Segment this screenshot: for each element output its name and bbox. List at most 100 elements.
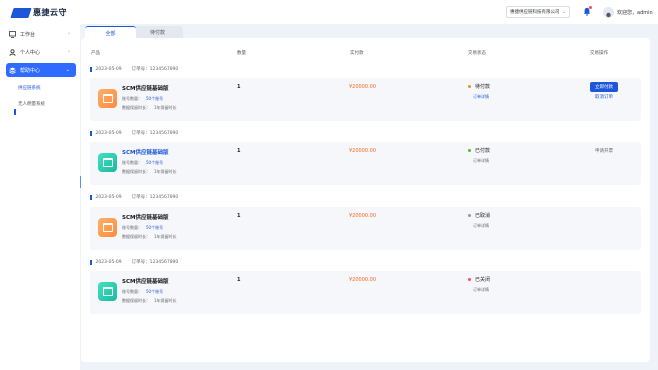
monitor-icon <box>9 30 16 38</box>
retention: 数据保留时长： 1年保留时长 <box>122 234 177 240</box>
sidebar-item-help[interactable]: 帮助中心 ⌄ <box>6 63 76 77</box>
account-count-label: 账号数量： <box>122 225 142 230</box>
product-icon <box>98 282 117 301</box>
box-icon <box>102 287 113 296</box>
status-text: 已付款 <box>475 148 491 154</box>
order-number: 订单号：1234567890 <box>131 131 179 136</box>
sidebar-subitem-scm[interactable]: 供应链系统 <box>18 85 41 91</box>
retention-label: 数据保留时长： <box>122 298 150 303</box>
trade-status: 已付款 <box>468 147 490 154</box>
stack-icon <box>9 67 16 74</box>
order-header: 2023-05-09 订单号：1234567890 <box>90 66 178 72</box>
column-header-product: 产品 <box>91 51 100 56</box>
account-count-value: 50个账号 <box>146 96 164 101</box>
notification-badge <box>589 6 592 9</box>
retention-label: 数据保留时长： <box>122 234 150 239</box>
order-date: 2023-05-09 <box>95 130 122 136</box>
sidebar-item-label: 个人中心 <box>20 49 41 56</box>
order-number: 订单号：1234567890 <box>131 260 179 265</box>
order-header: 2023-05-09 订单号：1234567890 <box>90 194 178 200</box>
order-card: SCM供应链基础版 账号数量： 50个账号 数据保留时长： 1年保留时长 1 ¥20… <box>90 207 641 250</box>
paid-amount: ¥20000.00 <box>349 148 377 154</box>
request-invoice-link[interactable]: 申请开票 <box>595 148 613 154</box>
order-detail-link[interactable]: 订单详情 <box>473 223 489 229</box>
account-count: 账号数量： 50个账号 <box>122 96 163 102</box>
sidebar-item-label: 帮助中心 <box>20 67 41 74</box>
cancel-order-link[interactable]: 取消订单 <box>595 94 613 100</box>
trade-status: 已取消 <box>468 212 490 219</box>
column-header-quantity: 数量 <box>237 51 246 56</box>
status-dot-icon <box>468 85 471 88</box>
paid-amount: ¥20000.00 <box>349 213 377 219</box>
sidebar-item-workbench[interactable]: 工作台 › <box>6 27 76 41</box>
logo-mark-icon <box>10 7 32 18</box>
status-dot-icon <box>468 278 471 281</box>
pay-now-button[interactable]: 立即付款 <box>590 82 618 92</box>
order-marker <box>90 130 92 136</box>
user-avatar-icon <box>606 12 611 18</box>
order-date: 2023-05-09 <box>95 194 122 200</box>
column-header-paid: 实付款 <box>350 51 364 56</box>
order-header: 2023-05-09 订单号：1234567890 <box>90 130 178 136</box>
order-detail-link[interactable]: 订单详情 <box>473 158 489 164</box>
order-number: 订单号：1234567890 <box>131 195 179 200</box>
order-header: 2023-05-09 订单号：1234567890 <box>90 259 178 265</box>
chevron-right-icon: › <box>68 49 70 55</box>
retention: 数据保留时长： 1年保留时长 <box>122 105 177 111</box>
paid-amount: ¥20000.00 <box>349 277 377 283</box>
order-detail-link[interactable]: 订单详情 <box>473 287 489 293</box>
company-select-value: 惠捷供应链科技有限公司 <box>510 10 560 15</box>
avatar[interactable] <box>603 7 614 18</box>
status-text: 待付款 <box>475 84 491 90</box>
box-icon <box>102 158 113 167</box>
chevron-down-icon: ⌄ <box>65 67 70 73</box>
sidebar: 工作台 › 个人中心 › 帮助中心 ⌄ 供应链系统 无人佣量系统 <box>0 24 80 370</box>
account-count-value: 50个账号 <box>146 225 164 230</box>
company-select[interactable]: 惠捷供应链科技有限公司 ⌄ <box>506 6 570 18</box>
product-icon <box>98 218 117 237</box>
product-name[interactable]: SCM供应链基础版 <box>122 213 168 221</box>
status-dot-icon <box>468 214 471 217</box>
retention-value: 1年保留时长 <box>154 169 177 174</box>
product-name[interactable]: SCM供应链基础版 <box>122 148 168 156</box>
status-dot-icon <box>468 149 471 152</box>
tab-pending-payment[interactable]: 待付款 <box>132 26 183 38</box>
sidebar-item-label: 工作台 <box>20 31 36 38</box>
product-name[interactable]: SCM供应链基础版 <box>122 277 168 285</box>
column-header-action: 交易操作 <box>590 51 608 56</box>
order-marker <box>90 194 92 200</box>
account-count-value: 50个账号 <box>146 160 164 165</box>
sidebar-item-personal[interactable]: 个人中心 › <box>6 45 76 59</box>
top-bar: 惠捷云守 惠捷供应链科技有限公司 ⌄ 欢迎您，admin <box>0 0 658 24</box>
account-count: 账号数量： 50个账号 <box>122 289 163 295</box>
paid-amount: ¥20000.00 <box>349 84 377 90</box>
order-date: 2023-05-09 <box>95 259 122 265</box>
order-card: SCM供应链基础版 账号数量： 50个账号 数据保留时长： 1年保留时长 1 ¥20… <box>90 271 641 314</box>
order-number: 订单号：1234567890 <box>131 67 179 72</box>
retention-value: 1年保留时长 <box>154 298 177 303</box>
logo-text: 惠捷云守 <box>33 8 67 17</box>
retention: 数据保留时长： 1年保留时长 <box>122 298 177 304</box>
logo[interactable]: 惠捷云守 <box>10 7 67 18</box>
account-count: 账号数量： 50个账号 <box>122 225 163 231</box>
trade-status: 待付款 <box>468 83 490 90</box>
retention-value: 1年保留时长 <box>154 234 177 239</box>
order-detail-link[interactable]: 订单详情 <box>473 94 489 100</box>
product-name[interactable]: SCM供应链基础版 <box>122 84 168 92</box>
welcome-text: 欢迎您，admin <box>617 10 653 16</box>
quantity: 1 <box>237 84 241 90</box>
quantity: 1 <box>237 213 241 219</box>
chevron-right-icon: › <box>68 31 70 37</box>
account-count-value: 50个账号 <box>146 289 164 294</box>
box-icon <box>102 223 113 232</box>
order-card: SCM供应链基础版 账号数量： 50个账号 数据保留时长： 1年保留时长 1 ¥20… <box>90 142 641 185</box>
order-card: SCM供应链基础版 账号数量： 50个账号 数据保留时长： 1年保留时长 1 ¥20… <box>90 78 641 121</box>
column-header-status: 交易状态 <box>468 51 486 56</box>
status-text: 已取消 <box>475 213 491 219</box>
retention-value: 1年保留时长 <box>154 105 177 110</box>
order-marker <box>90 66 92 72</box>
user-icon <box>9 48 16 56</box>
product-icon <box>98 153 117 172</box>
status-text: 已关闭 <box>475 277 491 283</box>
sidebar-subitem-unmanned[interactable]: 无人佣量系统 <box>18 101 45 107</box>
